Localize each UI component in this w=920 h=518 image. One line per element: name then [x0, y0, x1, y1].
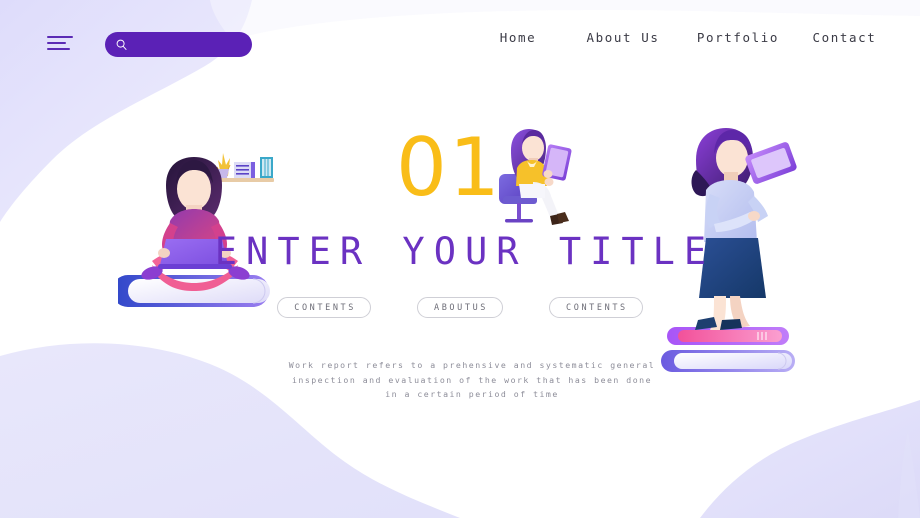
- section-number: 01: [396, 121, 502, 214]
- menu-line-2: [47, 42, 66, 44]
- nav-link-home[interactable]: Home: [500, 30, 537, 45]
- hamburger-menu-icon[interactable]: [47, 33, 75, 53]
- site-header: Home About Us Portfolio Contact: [0, 0, 920, 82]
- nav-link-about-us[interactable]: About Us: [586, 30, 659, 45]
- nav-link-contact[interactable]: Contact: [813, 30, 877, 45]
- slide-canvas: Home About Us Portfolio Contact 01 ENTER…: [0, 0, 920, 518]
- search-icon: [115, 38, 128, 51]
- nav-item-portfolio[interactable]: Portfolio: [683, 30, 793, 45]
- search-bar[interactable]: [105, 32, 271, 57]
- tablet-icon: [745, 142, 797, 184]
- book-stack: [661, 327, 795, 372]
- nav-item-contact[interactable]: Contact: [793, 30, 896, 45]
- menu-line-3: [47, 48, 70, 50]
- menu-line-1: [47, 36, 73, 38]
- page-title: ENTER YOUR TITLE: [214, 230, 716, 273]
- pill-button-group: CONTENTS ABOUTUS CONTENTS: [0, 297, 920, 318]
- body-text: Work report refers to a prehensive and s…: [288, 360, 656, 399]
- pill-button-contents-1[interactable]: CONTENTS: [277, 297, 371, 318]
- pill-button-contents-2[interactable]: CONTENTS: [549, 297, 643, 318]
- search-input[interactable]: [128, 32, 271, 57]
- nav-item-home[interactable]: Home: [473, 30, 563, 45]
- nav-link-portfolio[interactable]: Portfolio: [697, 30, 779, 45]
- illustration-woman-on-chair-with-tablet: [499, 129, 572, 225]
- main-navigation: Home About Us Portfolio Contact: [473, 30, 896, 45]
- nav-item-about-us[interactable]: About Us: [563, 30, 683, 45]
- pill-button-aboutus[interactable]: ABOUTUS: [416, 297, 504, 318]
